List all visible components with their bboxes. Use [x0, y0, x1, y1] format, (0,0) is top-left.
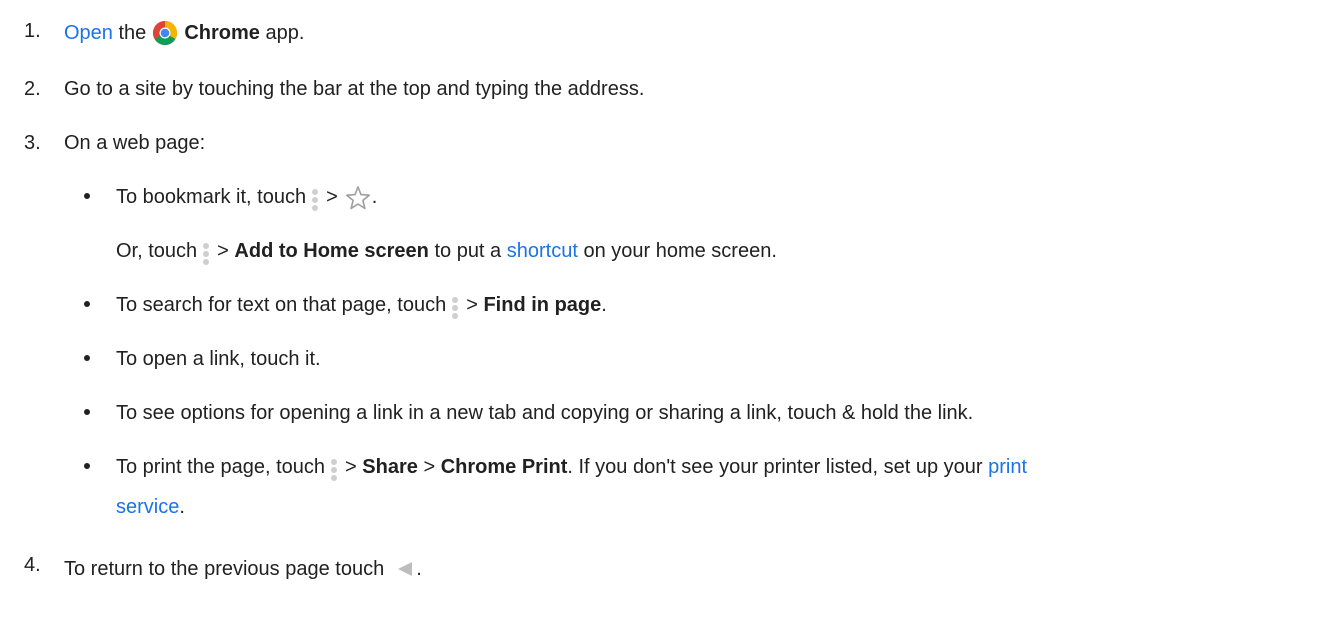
step-4: To return to the previous page touch .: [64, 556, 422, 582]
bullet-marker: [84, 355, 90, 361]
chrome-icon: [152, 20, 178, 46]
open-link[interactable]: Open: [64, 22, 113, 44]
more-vert-icon: [450, 292, 460, 319]
bullet-print-text: To print the page, touch: [116, 456, 326, 478]
more-vert-icon: [201, 238, 211, 265]
step-number-4: 4.: [24, 554, 41, 576]
period: .: [371, 186, 378, 208]
bullet-marker: [84, 409, 90, 415]
bullet-find-text: To search for text on that page, touch: [116, 294, 447, 316]
star-outline-icon: [344, 184, 372, 210]
bullet-print-text-2: . If you don't see your printer listed, …: [567, 456, 983, 478]
add-to-home-label: Add to Home screen: [234, 240, 429, 262]
bullet-bookmark: To bookmark it, touch > .: [116, 184, 378, 211]
shortcut-link[interactable]: shortcut: [507, 240, 578, 262]
back-triangle-icon: [394, 556, 416, 582]
step-1: Open the Chrome app.: [64, 20, 304, 46]
find-in-page-label: Find in page: [483, 294, 602, 316]
bullet-marker: [84, 193, 90, 199]
print-service-link-cont[interactable]: service: [116, 496, 179, 518]
bullet-marker: [84, 301, 90, 307]
more-vert-icon: [310, 184, 320, 211]
bullet-find: To search for text on that page, touch > …: [116, 292, 607, 319]
period: .: [601, 294, 607, 316]
step-1-app: app.: [265, 22, 305, 44]
alt-text-2: to put a: [434, 240, 502, 262]
bullet-print: To print the page, touch > Share > Chrome…: [116, 454, 1027, 481]
separator: >: [345, 456, 357, 478]
bullet-link-options: To see options for opening a link in a n…: [116, 402, 974, 424]
separator: >: [466, 294, 478, 316]
bullet-bookmark-alt: Or, touch > Add to Home screen to put a s…: [116, 238, 777, 265]
bullet-marker: [84, 463, 90, 469]
more-vert-icon: [329, 454, 339, 481]
chrome-app-name: Chrome: [184, 22, 260, 44]
step-3: On a web page:: [64, 132, 206, 154]
alt-text: Or, touch: [116, 240, 198, 262]
print-service-link[interactable]: print: [988, 456, 1027, 478]
bullet-open-link: To open a link, touch it.: [116, 348, 321, 370]
separator: >: [423, 456, 436, 478]
separator: >: [326, 186, 338, 208]
period: .: [416, 558, 422, 580]
alt-text-3: on your home screen.: [583, 240, 777, 262]
bullet-print-cont: service.: [116, 494, 185, 520]
bullet-bookmark-text: To bookmark it, touch: [116, 186, 307, 208]
step-number-1: 1.: [24, 20, 41, 42]
separator: >: [217, 240, 229, 262]
period: .: [179, 496, 185, 518]
step-number-3: 3.: [24, 132, 41, 154]
step-2: Go to a site by touching the bar at the …: [64, 78, 645, 100]
step-4-text: To return to the previous page touch: [64, 558, 385, 580]
chrome-print-label: Chrome Print: [440, 456, 568, 478]
share-label: Share: [362, 456, 418, 478]
step-1-text: the: [118, 22, 147, 44]
step-number-2: 2.: [24, 78, 41, 100]
